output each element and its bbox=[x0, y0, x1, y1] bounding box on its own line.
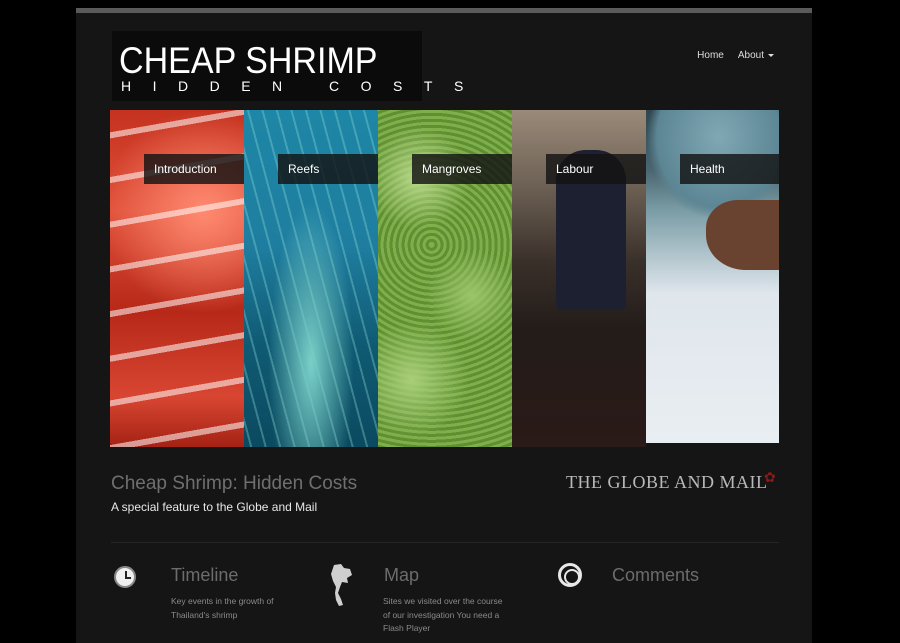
panel-label: Introduction bbox=[144, 154, 244, 184]
map-desc-line: of our investigation You need a bbox=[383, 609, 500, 620]
site-logo[interactable]: CHEAP SHRIMP HIDDEN COSTS bbox=[112, 31, 463, 101]
timeline-title[interactable]: Timeline bbox=[171, 565, 238, 586]
map-title[interactable]: Map bbox=[384, 565, 419, 586]
nav-about-dropdown[interactable]: About bbox=[738, 50, 774, 61]
panel-reefs[interactable]: Reefs bbox=[244, 110, 378, 447]
panel-label: Mangroves bbox=[412, 154, 512, 184]
topic-panels: Introduction Reefs Mangroves Labour Heal… bbox=[110, 110, 779, 447]
map-description: Sites we visited over the course of our … bbox=[383, 595, 523, 636]
clock-icon bbox=[114, 566, 136, 588]
nav-home-link[interactable]: Home bbox=[697, 50, 724, 61]
feature-subtitle: A special feature to the Globe and Mail bbox=[111, 500, 318, 514]
globe-and-mail-logo[interactable]: THE GLOBE AND MAIL bbox=[566, 472, 767, 493]
worker-face bbox=[706, 200, 779, 270]
thailand-map-icon bbox=[331, 564, 352, 606]
panel-labour[interactable]: Labour bbox=[512, 110, 646, 447]
timeline-section[interactable]: Timeline Key events in the growth of Tha… bbox=[114, 563, 274, 620]
panel-introduction[interactable]: Introduction bbox=[110, 110, 244, 447]
timeline-description: Key events in the growth of Thailand's s… bbox=[171, 595, 311, 622]
panel-label: Reefs bbox=[278, 154, 378, 184]
maple-leaf-icon: ✿ bbox=[764, 469, 776, 485]
panel-mangroves[interactable]: Mangroves bbox=[378, 110, 512, 447]
comments-title[interactable]: Comments bbox=[612, 565, 699, 586]
panel-health[interactable]: Health bbox=[646, 110, 779, 443]
panel-label: Labour bbox=[546, 154, 646, 184]
timeline-desc-line: Thailand's shrimp bbox=[171, 609, 238, 620]
lifebuoy-icon bbox=[558, 563, 582, 587]
page-container: CHEAP SHRIMP HIDDEN COSTS Home About Int… bbox=[76, 13, 812, 643]
logo-subtitle: HIDDEN COSTS bbox=[121, 78, 485, 94]
nav-about-label: About bbox=[737, 50, 764, 61]
divider bbox=[111, 542, 779, 543]
map-desc-line: Sites we visited over the course bbox=[383, 596, 503, 606]
map-desc-line: Flash Player bbox=[383, 623, 431, 633]
comments-section[interactable]: Comments bbox=[556, 563, 699, 587]
main-nav: Home About bbox=[697, 50, 774, 61]
feature-title: Cheap Shrimp: Hidden Costs bbox=[111, 473, 358, 494]
caret-down-icon bbox=[768, 53, 774, 57]
panel-label: Health bbox=[680, 154, 779, 184]
logo-title: CHEAP SHRIMP bbox=[119, 40, 378, 81]
timeline-desc-line: Key events in the growth of bbox=[171, 596, 274, 606]
